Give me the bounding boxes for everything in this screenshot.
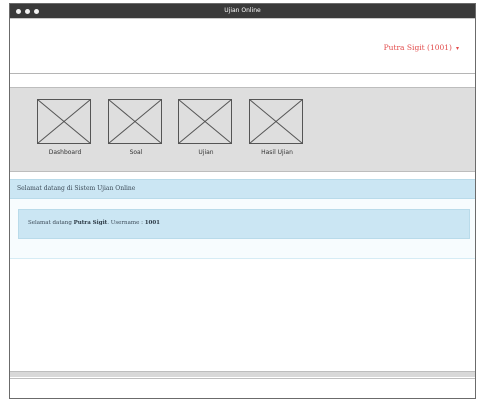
main-navigation: Dashboard Soal Ujian Hasil Ujian <box>10 87 475 172</box>
username-label: . Username : <box>107 220 145 226</box>
nav-item-label: Soal <box>129 149 143 156</box>
nav-item-dashboard[interactable]: Dashboard <box>37 99 93 156</box>
image-placeholder-icon <box>108 99 162 144</box>
footer-divider <box>10 371 475 377</box>
window-title: Ujian Online <box>224 7 261 14</box>
user-menu-label: Putra Sigit (1001) <box>383 43 452 52</box>
nav-item-label: Ujian <box>198 149 214 156</box>
chevron-down-icon: ▾ <box>455 45 459 52</box>
user-name: Putra Sigit <box>73 220 108 226</box>
image-placeholder-icon <box>37 99 91 144</box>
image-placeholder-icon <box>178 99 232 144</box>
nav-item-label: Hasil Ujian <box>261 149 293 156</box>
nav-item-ujian[interactable]: Ujian <box>178 99 234 156</box>
footer-bar <box>10 378 475 398</box>
breadcrumb-text: Selamat datang di Sistem Ujian Online <box>17 185 136 192</box>
nav-item-soal[interactable]: Soal <box>108 99 164 156</box>
main-content: Selamat datang Putra Sigit. Username : 1… <box>10 199 475 259</box>
welcome-alert: Selamat datang Putra Sigit. Username : 1… <box>18 209 470 239</box>
nav-item-hasil-ujian[interactable]: Hasil Ujian <box>249 99 305 156</box>
user-menu[interactable]: Putra Sigit (1001) ▾ <box>384 43 459 52</box>
image-placeholder-icon <box>249 99 303 144</box>
nav-item-label: Dashboard <box>48 149 82 156</box>
username-value: 1001 <box>144 220 161 226</box>
breadcrumb: Selamat datang di Sistem Ujian Online <box>10 179 475 199</box>
welcome-prefix: Selamat datang <box>28 220 74 226</box>
app-window: Ujian Online Putra Sigit (1001) ▾ Dashboa… <box>9 3 476 399</box>
header-bar: Putra Sigit (1001) ▾ <box>10 18 475 74</box>
title-bar: Ujian Online <box>10 4 475 18</box>
